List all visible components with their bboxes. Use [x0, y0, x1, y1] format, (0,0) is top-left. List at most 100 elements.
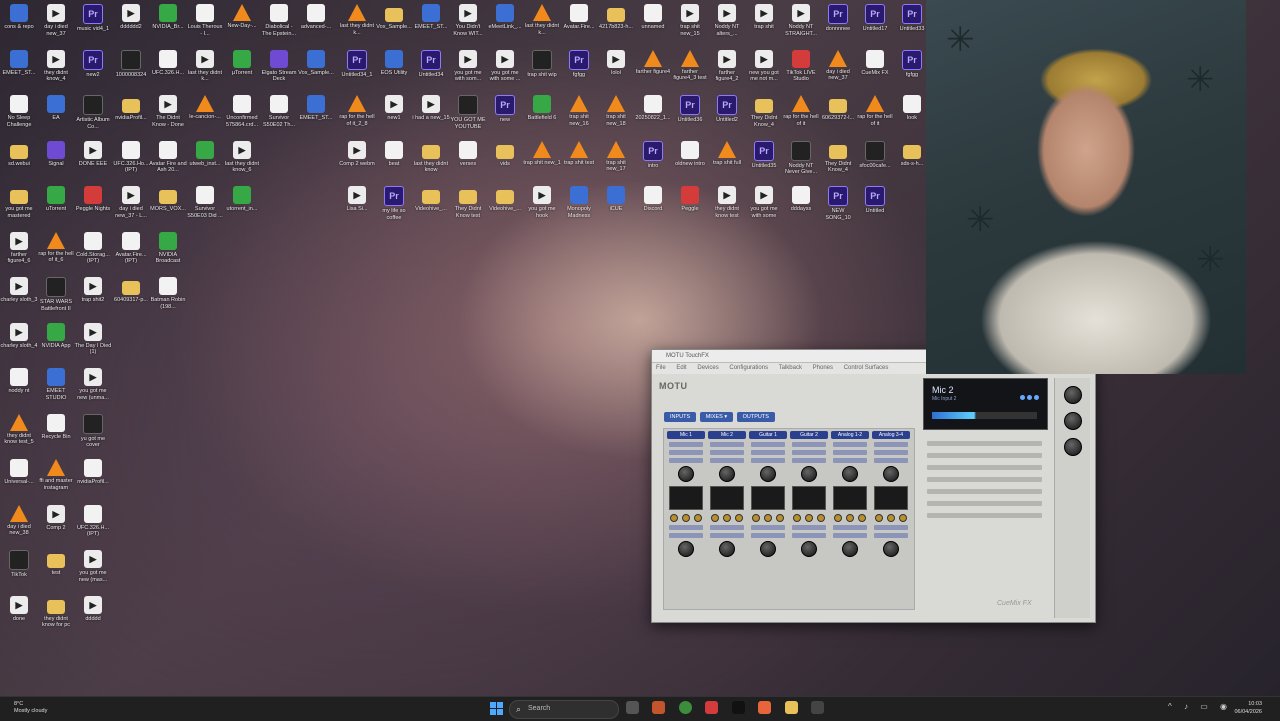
desktop-icon[interactable]: ▶ DONE EEE: [74, 140, 112, 185]
desktop-icon[interactable]: trap shit test: [560, 140, 598, 185]
desktop-icon[interactable]: They Didnt Know_4: [745, 95, 783, 139]
desktop-icon[interactable]: trap shit full: [708, 140, 746, 185]
desktop-icon[interactable]: ▶ Comp 2 webm: [338, 140, 376, 185]
stereo-row[interactable]: [833, 450, 867, 455]
desktop-icon[interactable]: Pr Untitled34_1: [338, 49, 376, 94]
desktop-icon[interactable]: They Didnt Know_4: [819, 141, 857, 185]
desktop-icon[interactable]: ▶ you got me new (mas...: [74, 550, 112, 594]
focus-row[interactable]: [792, 442, 826, 447]
desktop-icon[interactable]: rap for the hell of it: [782, 95, 820, 139]
desktop-icon[interactable]: Survivor S50E03 Did ...: [186, 186, 224, 230]
weather-widget[interactable]: 8°C Mostly cloudy: [14, 701, 47, 715]
desktop-icon[interactable]: ▶ farther figure4_6: [0, 231, 38, 276]
desktop-icon[interactable]: Pr intro: [634, 140, 672, 185]
eq-row[interactable]: [669, 525, 703, 530]
eq-row[interactable]: [710, 525, 744, 530]
desktop-icon[interactable]: nvidiaProfil...: [112, 95, 150, 139]
desktop-icon[interactable]: Avatar.Fire...: [560, 4, 598, 48]
desktop-icon[interactable]: they didnt know test_5: [0, 413, 38, 458]
desktop-icon[interactable]: Pr donnnnee: [819, 4, 857, 48]
desktop-icon[interactable]: ▶ you got me with som...: [449, 49, 487, 94]
line-out-knob[interactable]: [1063, 438, 1082, 456]
desktop-icon[interactable]: Monopoly Madness: [560, 186, 598, 230]
desktop-icon[interactable]: ▶ You Didn't Know WIT...: [449, 4, 487, 48]
pan-knob[interactable]: [678, 541, 694, 557]
desktop-icon[interactable]: Pr Untitled35: [745, 140, 783, 185]
phones-knob[interactable]: [1063, 412, 1082, 430]
pan-knob[interactable]: [801, 541, 817, 557]
desktop-icon[interactable]: vids: [486, 141, 524, 185]
clock[interactable]: 10:03 06/04/2026: [1226, 700, 1262, 716]
desktop-icon[interactable]: ▶ charley sloth_3: [0, 277, 38, 321]
desktop-icon[interactable]: ▶ farther figure4_2: [708, 49, 746, 94]
focus-row[interactable]: [833, 442, 867, 447]
phase-row[interactable]: [792, 458, 826, 463]
tab-outputs[interactable]: OUTPUTS: [736, 412, 775, 422]
desktop-icon[interactable]: CueMix FX: [856, 49, 894, 94]
settings-row[interactable]: [927, 453, 1042, 458]
desktop-icon[interactable]: Universal-...: [0, 459, 38, 503]
desktop-icon[interactable]: trap shit new_18: [597, 95, 635, 139]
desktop-icon[interactable]: rap for the hell of it: [856, 95, 894, 139]
desktop-icon[interactable]: EA: [37, 95, 75, 139]
dynamics-row[interactable]: [874, 533, 908, 538]
desktop-icon[interactable]: farther figure4_3 test: [671, 49, 709, 94]
desktop-icon[interactable]: Pr new2: [74, 49, 112, 94]
brave-icon[interactable]: [758, 701, 772, 714]
desktop-icon[interactable]: ▶ last they didnt k...: [186, 49, 224, 94]
channel-strip[interactable]: Analog 1-2: [831, 431, 869, 606]
channel-strip[interactable]: Mic 1: [667, 431, 705, 606]
phase-row[interactable]: [751, 458, 785, 463]
desktop-icon[interactable]: ▶ you got me hook: [523, 186, 561, 230]
task-view-icon[interactable]: [626, 701, 639, 714]
desktop-icon[interactable]: ▶ they didnt know test: [708, 186, 746, 230]
desktop-icon[interactable]: rap for the hell of it_6: [37, 231, 75, 276]
desktop-icon[interactable]: No Sleep Challenge: [0, 95, 38, 139]
main-out-knob[interactable]: [1063, 386, 1082, 404]
desktop-icon[interactable]: dddayss: [782, 186, 820, 230]
desktop-icon[interactable]: trap shit wip: [523, 49, 561, 94]
tiktok-icon[interactable]: [731, 701, 745, 714]
desktop-icon[interactable]: ▶ you got me with some ...: [486, 49, 524, 94]
desktop-icon[interactable]: ▶ Comp 2: [37, 504, 75, 549]
desktop-icon[interactable]: ▶ new you got me not m...: [745, 49, 783, 94]
menu-control-surfaces[interactable]: Control Surfaces: [844, 365, 889, 371]
desktop-icon[interactable]: 60629372-l...: [819, 95, 857, 139]
pan-knob[interactable]: [883, 541, 899, 557]
desktop-icon[interactable]: Elgato Stream Deck: [260, 49, 298, 94]
trim-knob[interactable]: [760, 466, 776, 482]
stereo-row[interactable]: [792, 450, 826, 455]
desktop-icon[interactable]: ▶ charley sloth_4: [0, 322, 38, 367]
focus-row[interactable]: [710, 442, 744, 447]
desktop-icon[interactable]: sd.webui: [0, 141, 38, 185]
desktop-icon[interactable]: noddy nt: [0, 368, 38, 412]
desktop-icon[interactable]: Videohive_...: [412, 186, 450, 230]
desktop-icon[interactable]: ▶ Noddy NT alters_...: [708, 4, 746, 48]
eq-row[interactable]: [751, 525, 785, 530]
desktop-icon[interactable]: Diabolical - The Epstein...: [260, 4, 298, 48]
dynamics-row[interactable]: [751, 533, 785, 538]
pan-knob[interactable]: [760, 541, 776, 557]
stereo-row[interactable]: [874, 450, 908, 455]
trim-knob[interactable]: [842, 466, 858, 482]
desktop-icon[interactable]: sfoc00cafe...: [856, 140, 894, 185]
desktop-icon[interactable]: last they didnt k...: [523, 4, 561, 48]
desktop-icon[interactable]: 20250822_1...: [634, 95, 672, 139]
desktop-icon[interactable]: EMEET_ST...: [0, 49, 38, 94]
desktop-icon[interactable]: TikTok: [0, 550, 38, 594]
desktop-icon[interactable]: Videohive_...: [486, 186, 524, 230]
desktop-icon[interactable]: UFC.326.H...: [149, 49, 187, 94]
desktop-icon[interactable]: ▶ done: [0, 595, 38, 640]
desktop-icon[interactable]: Vox_Sample...: [375, 4, 413, 48]
desktop-icon[interactable]: NVIDIA_Br...: [149, 4, 187, 48]
desktop-icon[interactable]: Pr new: [486, 95, 524, 139]
settings-row[interactable]: [927, 465, 1042, 470]
desktop-icon[interactable]: ▶ last they didnt know_6: [223, 140, 261, 185]
desktop-icon[interactable]: ▶ new1: [375, 95, 413, 139]
focus-row[interactable]: [874, 442, 908, 447]
desktop-icon[interactable]: Peggle: [671, 186, 709, 230]
desktop-icon[interactable]: Avatar.Fire... (IPT): [112, 231, 150, 276]
menu-configurations[interactable]: Configurations: [729, 365, 768, 371]
stereo-row[interactable]: [751, 450, 785, 455]
desktop-icon[interactable]: Batman Robin (198...: [149, 277, 187, 321]
